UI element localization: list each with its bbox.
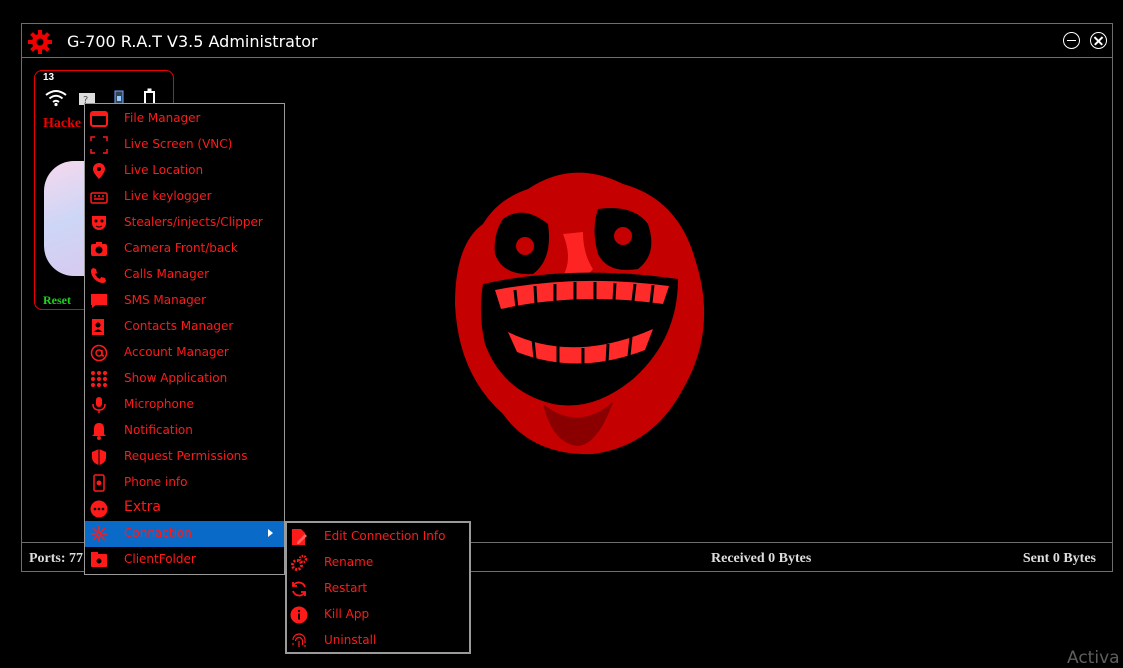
contacts-icon	[92, 319, 104, 335]
menu-item-contacts-manager[interactable]: Contacts Manager	[85, 314, 284, 340]
fingerprint-icon	[292, 633, 306, 647]
window-title: G-700 R.A.T V3.5 Administrator	[67, 32, 318, 51]
menu-item-label: Extra	[124, 499, 161, 515]
menu-item-label: Microphone	[124, 397, 194, 411]
bell-icon	[92, 423, 106, 440]
menu-item-notification[interactable]: Notification	[85, 418, 284, 444]
screen-capture-icon	[90, 136, 108, 154]
menu-item-label: Notification	[124, 423, 193, 437]
menu-item-label: File Manager	[124, 111, 201, 125]
menu-item-show-application[interactable]: Show Application	[85, 366, 284, 392]
submenu-item-label: Uninstall	[324, 633, 377, 647]
menu-item-label: Live Location	[124, 163, 204, 177]
submenu-item-uninstall[interactable]: Uninstall	[287, 628, 469, 654]
client-number: 13	[43, 72, 55, 83]
wifi-icon	[45, 90, 67, 103]
submenu-item-label: Restart	[324, 581, 368, 595]
camera-icon	[91, 242, 107, 256]
troll-face-logo	[455, 172, 705, 455]
folder-icon	[90, 111, 108, 127]
menu-item-live-screen[interactable]: Live Screen (VNC)	[85, 132, 284, 158]
menu-item-extra[interactable]: Extra	[85, 496, 284, 522]
minimize-button[interactable]	[1063, 32, 1080, 49]
phone-info-icon	[93, 474, 105, 492]
menu-item-connaction[interactable]: Connaction	[85, 521, 284, 547]
menu-item-label: ClientFolder	[124, 552, 196, 566]
menu-item-label: Contacts Manager	[124, 319, 234, 333]
connection-submenu: Edit Connection Info Rename Restart Kill…	[285, 521, 471, 654]
menu-item-label: Connaction	[124, 526, 192, 540]
keyboard-icon	[90, 192, 108, 204]
reset-button[interactable]: Reset	[43, 293, 71, 308]
menu-item-label: Calls Manager	[124, 267, 210, 281]
info-icon	[290, 606, 308, 624]
title-bar: G-700 R.A.T V3.5 Administrator	[22, 24, 1112, 58]
menu-item-phone-info[interactable]: Phone info	[85, 470, 284, 496]
submenu-item-restart[interactable]: Restart	[287, 576, 469, 602]
menu-item-label: Camera Front/back	[124, 241, 238, 255]
menu-item-label: Live Screen (VNC)	[124, 137, 233, 151]
gears-icon	[291, 554, 308, 571]
restart-icon	[292, 581, 306, 597]
menu-item-label: Phone info	[124, 475, 188, 489]
submenu-item-label: Kill App	[324, 607, 370, 621]
menu-item-account-manager[interactable]: Account Manager	[85, 340, 284, 366]
submenu-item-edit-connection-info[interactable]: Edit Connection Info	[287, 524, 469, 550]
at-sign-icon	[90, 344, 108, 362]
mask-icon	[92, 216, 106, 230]
menu-item-stealers[interactable]: Stealers/injects/Clipper	[85, 210, 284, 236]
menu-item-sms-manager[interactable]: SMS Manager	[85, 288, 284, 314]
more-icon	[90, 500, 108, 518]
menu-item-camera[interactable]: Camera Front/back	[85, 236, 284, 262]
location-pin-icon	[93, 163, 105, 179]
sms-icon	[91, 294, 107, 308]
submenu-item-label: Edit Connection Info	[324, 529, 446, 543]
received-bytes: Received 0 Bytes	[711, 551, 812, 566]
submenu-item-kill-app[interactable]: Kill App	[287, 602, 469, 628]
context-menu: File Manager Live Screen (VNC) Live Loca…	[84, 103, 285, 575]
client-folder-icon	[91, 552, 107, 567]
network-icon	[91, 526, 107, 542]
client-name: Hacke	[43, 116, 82, 131]
menu-item-file-manager[interactable]: File Manager	[85, 106, 284, 132]
submenu-arrow-icon	[268, 529, 273, 537]
menu-item-label: Show Application	[124, 371, 228, 385]
submenu-item-rename[interactable]: Rename	[287, 550, 469, 576]
menu-item-microphone[interactable]: Microphone	[85, 392, 284, 418]
menu-item-calls-manager[interactable]: Calls Manager	[85, 262, 284, 288]
close-button[interactable]	[1090, 32, 1107, 49]
submenu-item-label: Rename	[324, 555, 374, 569]
edit-file-icon	[292, 529, 307, 545]
microphone-icon	[92, 397, 106, 413]
phone-icon	[91, 268, 106, 283]
menu-item-label: SMS Manager	[124, 293, 207, 307]
menu-item-client-folder[interactable]: ClientFolder	[85, 547, 284, 573]
menu-item-label: Live keylogger	[124, 189, 212, 203]
menu-item-label: Request Permissions	[124, 449, 248, 463]
sent-bytes: Sent 0 Bytes	[1022, 551, 1096, 566]
gear-icon	[28, 30, 52, 54]
shield-icon	[92, 449, 106, 465]
menu-item-label: Stealers/injects/Clipper	[124, 215, 263, 229]
menu-item-live-location[interactable]: Live Location	[85, 158, 284, 184]
menu-item-request-permissions[interactable]: Request Permissions	[85, 444, 284, 470]
windows-activation-watermark: Activa	[1067, 648, 1120, 668]
menu-item-live-keylogger[interactable]: Live keylogger	[85, 184, 284, 210]
menu-item-label: Account Manager	[124, 345, 229, 359]
ports-label: Ports: 77	[29, 551, 84, 566]
app-grid-icon	[91, 371, 107, 387]
